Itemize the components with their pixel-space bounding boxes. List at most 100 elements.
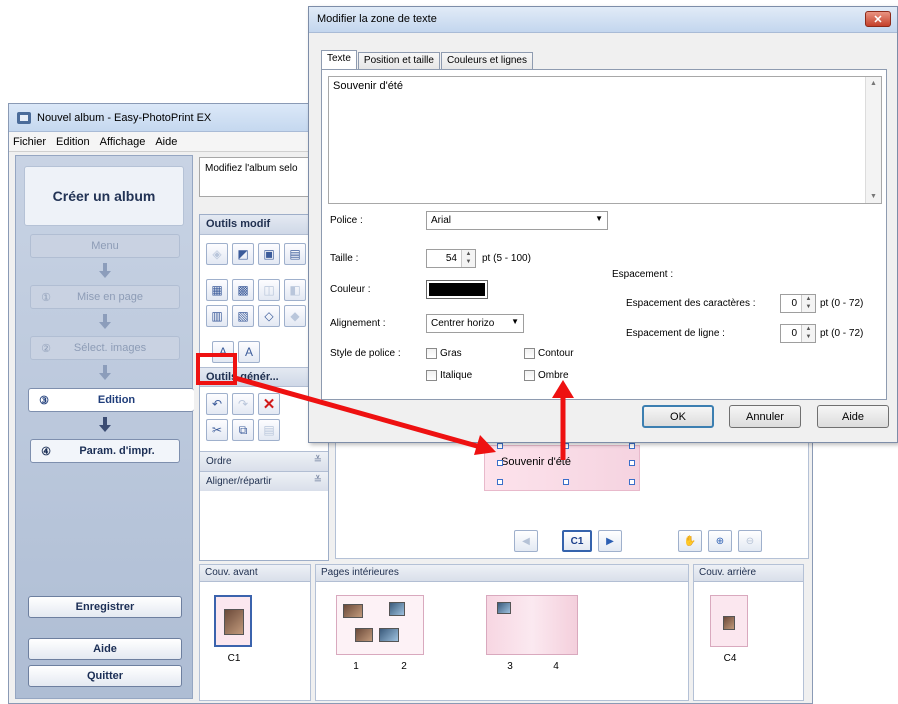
color-label: Couleur :: [330, 284, 371, 295]
tool-icon[interactable]: ◧: [284, 279, 306, 301]
resize-handle[interactable]: [497, 443, 503, 449]
size-stepper[interactable]: 54 ▲ ▼: [426, 249, 476, 268]
tool-icon[interactable]: ▤: [284, 243, 306, 265]
quit-button[interactable]: Quitter: [28, 665, 182, 687]
inner-spread-thumbnail[interactable]: [336, 595, 424, 655]
text-box-tool-icon[interactable]: A: [212, 341, 234, 363]
italic-checkbox[interactable]: Italique: [426, 370, 472, 381]
size-value: 54: [445, 253, 457, 264]
step-layout-label: Mise en page: [76, 291, 144, 303]
char-spacing-stepper[interactable]: 0 ▲ ▼: [780, 294, 816, 313]
resize-handle[interactable]: [563, 443, 569, 449]
front-cover-header: Couv. avant: [200, 565, 310, 582]
order-row[interactable]: Ordre ≚: [200, 451, 328, 471]
spin-arrows-icon[interactable]: ▲ ▼: [801, 325, 815, 342]
thumb-label: C1: [227, 653, 241, 664]
page-selector[interactable]: C1: [562, 530, 592, 552]
tool-icon[interactable]: ▩: [232, 279, 254, 301]
page-preview[interactable]: Souvenir d'été: [484, 443, 640, 491]
checkbox-icon: [426, 348, 437, 359]
zoom-out-icon[interactable]: ⊖: [738, 530, 762, 552]
tool-icon[interactable]: ◫: [258, 279, 280, 301]
font-select-value: Arial: [431, 215, 452, 226]
color-swatch[interactable]: [426, 280, 488, 299]
paste-icon[interactable]: ▤: [258, 419, 280, 441]
close-icon[interactable]: ✕: [865, 11, 891, 27]
menu-fichier[interactable]: Fichier: [13, 136, 46, 148]
back-cover-thumbnail[interactable]: [710, 595, 748, 647]
tool-icon[interactable]: ◆: [284, 305, 306, 327]
ok-button[interactable]: OK: [642, 405, 714, 428]
vertical-text-tool-icon[interactable]: A: [238, 341, 260, 363]
step-menu: Menu: [30, 234, 180, 258]
size-label: Taille :: [330, 253, 359, 264]
font-select[interactable]: Arial ▼: [426, 211, 608, 230]
resize-handle[interactable]: [497, 479, 503, 485]
dialog-help-button[interactable]: Aide: [817, 405, 889, 428]
help-button[interactable]: Aide: [28, 638, 182, 660]
step-arrow-icon: [98, 365, 112, 381]
save-button[interactable]: Enregistrer: [28, 596, 182, 618]
cut-icon[interactable]: ✂: [206, 419, 228, 441]
front-cover-panel: Couv. avant C1: [199, 564, 311, 701]
prev-page-icon[interactable]: ◀: [514, 530, 538, 552]
cancel-button[interactable]: Annuler: [729, 405, 801, 428]
dialog-tabs: Texte Position et taille Couleurs et lig…: [321, 49, 534, 71]
spin-arrows-icon[interactable]: ▲ ▼: [801, 295, 815, 312]
bold-checkbox[interactable]: Gras: [426, 348, 462, 359]
menu-aide[interactable]: Aide: [155, 136, 177, 148]
resize-handle[interactable]: [497, 460, 503, 466]
inner-spread-thumbnail[interactable]: [486, 595, 578, 655]
order-label: Ordre: [206, 456, 232, 467]
zoom-in-icon[interactable]: ⊕: [708, 530, 732, 552]
step-select-label: Sélect. images: [73, 342, 147, 354]
photo-thumbnail: [343, 604, 363, 618]
tool-icon[interactable]: ▦: [206, 279, 228, 301]
step-select-num: ②: [41, 342, 51, 355]
hand-tool-icon[interactable]: ✋: [678, 530, 702, 552]
spin-arrows-icon[interactable]: ▲ ▼: [461, 250, 475, 267]
tool-icon[interactable]: ◩: [232, 243, 254, 265]
shadow-checkbox[interactable]: Ombre: [524, 370, 569, 381]
chevron-down-icon: ≚: [313, 455, 322, 466]
step-print-settings[interactable]: ④ Param. d'impr.: [30, 439, 180, 463]
step-edit-num: ③: [39, 394, 49, 407]
resize-handle[interactable]: [629, 460, 635, 466]
chevron-down-icon: ≚: [313, 475, 322, 486]
copy-icon[interactable]: ⧉: [232, 419, 254, 441]
tool-icon[interactable]: ◈: [206, 243, 228, 265]
tool-icon[interactable]: ▧: [232, 305, 254, 327]
undo-icon[interactable]: ↶: [206, 393, 228, 415]
line-spacing-stepper[interactable]: 0 ▲ ▼: [780, 324, 816, 343]
preview-text-box[interactable]: Souvenir d'été: [501, 456, 571, 468]
tab-position-size[interactable]: Position et taille: [357, 52, 440, 70]
thumb-label: 1: [353, 661, 359, 672]
tool-icon[interactable]: ◇: [258, 305, 280, 327]
resize-handle[interactable]: [629, 443, 635, 449]
menu-edition[interactable]: Edition: [56, 136, 90, 148]
tab-text[interactable]: Texte: [321, 50, 357, 71]
outline-checkbox[interactable]: Contour: [524, 348, 574, 359]
alignment-label: Alignement :: [330, 318, 386, 329]
resize-handle[interactable]: [563, 479, 569, 485]
back-cover-panel: Couv. arrière C4: [693, 564, 804, 701]
tab-colors-lines[interactable]: Couleurs et lignes: [440, 52, 533, 70]
redo-icon[interactable]: ↷: [232, 393, 254, 415]
step-arrow-icon: [98, 263, 112, 279]
resize-handle[interactable]: [629, 479, 635, 485]
alignment-select[interactable]: Centrer horizo ▼: [426, 314, 524, 333]
scrollbar[interactable]: [865, 77, 881, 203]
steps-sidebar: Créer un album Menu ① Mise en page ② Sél…: [15, 155, 194, 699]
step-edit[interactable]: ③ Edition: [28, 388, 194, 412]
tool-icon[interactable]: ▣: [258, 243, 280, 265]
tool-icon[interactable]: ▥: [206, 305, 228, 327]
front-cover-thumbnail[interactable]: [214, 595, 252, 647]
next-page-icon[interactable]: ▶: [598, 530, 622, 552]
char-spacing-value: 0: [791, 298, 797, 309]
align-row[interactable]: Aligner/répartir ≚: [200, 471, 328, 491]
chevron-down-icon: ▼: [511, 317, 519, 326]
text-input[interactable]: Souvenir d'été: [328, 76, 882, 204]
menu-affichage[interactable]: Affichage: [100, 136, 146, 148]
inner-pages-panel: Pages intérieures 1 2 3 4: [315, 564, 689, 701]
delete-icon[interactable]: ✕: [258, 393, 280, 415]
